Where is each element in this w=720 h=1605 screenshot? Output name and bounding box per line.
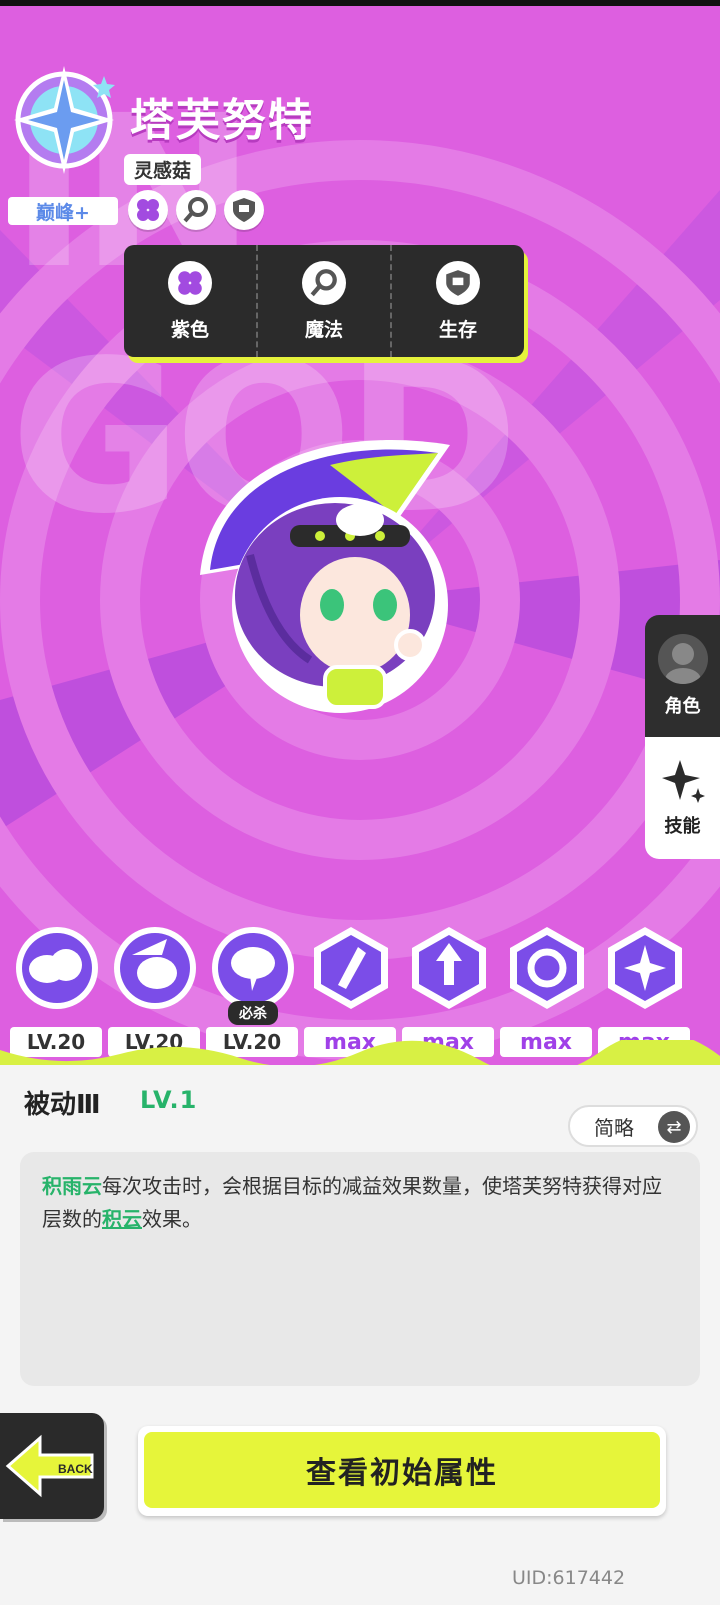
back-label: BACK [58,1462,93,1476]
skill-slot-3[interactable]: 必杀 LV.20 [206,925,298,1057]
attribute-panel: 紫色 魔法 生存 [124,245,524,357]
back-arrow-icon: BACK [5,1434,94,1498]
tab-skill-label: 技能 [664,816,701,837]
user-id: UID:617442 [512,1567,626,1589]
attribute-label: 魔法 [304,318,343,341]
skill-slot-2[interactable]: LV.20 [108,925,200,1057]
skill-detail-level: LV.1 [140,1086,198,1114]
avatar [657,634,708,684]
keyword-link[interactable]: 积雨云 [42,1174,102,1198]
tab-skill[interactable]: 技能 [645,737,720,859]
main-button-label: 查看初始属性 [144,1432,660,1508]
skill-slot-1[interactable]: LV.20 [10,925,102,1057]
attribute-role[interactable]: 生存 [392,245,524,357]
rank-label: 巅峰+ [8,197,118,225]
side-tabs: 角色 技能 [645,615,720,859]
skill-description: 积雨云每次攻击时，会根据目标的减益效果数量，使塔芙努特获得对应层数的积云效果。 [20,1152,700,1386]
attribute-label: 紫色 [170,318,209,341]
skill-list: LV.20 LV.20 必杀 LV.20 max max max [10,925,710,1057]
view-initial-stats-button[interactable]: 查看初始属性 [138,1426,666,1516]
shield-icon [436,260,480,305]
magic-wand-icon[interactable] [176,190,216,230]
skill-title: 被动Ⅲ [24,1090,101,1120]
attribute-color[interactable]: 紫色 [124,245,258,357]
rarity-star-badge [14,66,115,174]
skill-slot-6[interactable]: max [500,925,592,1057]
purple-clover-icon [168,260,212,305]
slash-burst-icon [314,927,388,1009]
character-subtitle: 灵感菇 [124,154,202,185]
description-mode-toggle[interactable]: 简略 ⇄ [568,1105,698,1147]
back-button[interactable]: BACK [0,1413,104,1519]
swirl-icon [510,927,584,1009]
character-name: 塔芙努特 [130,95,314,146]
sparkle-icon [661,760,705,803]
star-orbit-icon [608,927,682,1009]
skill-slot-5[interactable]: max [402,925,494,1057]
tab-role-label: 角色 [664,696,701,717]
description-text: 效果。 [142,1207,202,1231]
magic-wand-icon [302,260,346,305]
shield-icon[interactable] [224,190,264,230]
skill-slot-4[interactable]: max [304,925,396,1057]
storm-cloud-icon [212,927,294,1009]
cloud-face-icon [114,927,196,1009]
attribute-type[interactable]: 魔法 [258,245,392,357]
tag-icons [128,190,264,230]
game-screen: IN GOD 塔芙努特 灵感菇 巅峰+ 紫色 魔法 生存 角色 技能 LV.20… [0,0,720,1605]
ultimate-tag: 必杀 [228,1001,278,1025]
cloud-punch-icon [16,927,98,1009]
purple-clover-icon[interactable] [128,190,168,230]
swap-icon: ⇄ [658,1111,690,1143]
character-portrait [200,440,450,713]
tab-role[interactable]: 角色 [645,615,720,737]
keyword-link[interactable]: 积云 [102,1207,142,1231]
skill-slot-7[interactable]: max [598,925,690,1057]
arrow-up-icon [412,927,486,1009]
mode-label: 简略 [594,1115,634,1140]
attribute-label: 生存 [438,318,477,341]
